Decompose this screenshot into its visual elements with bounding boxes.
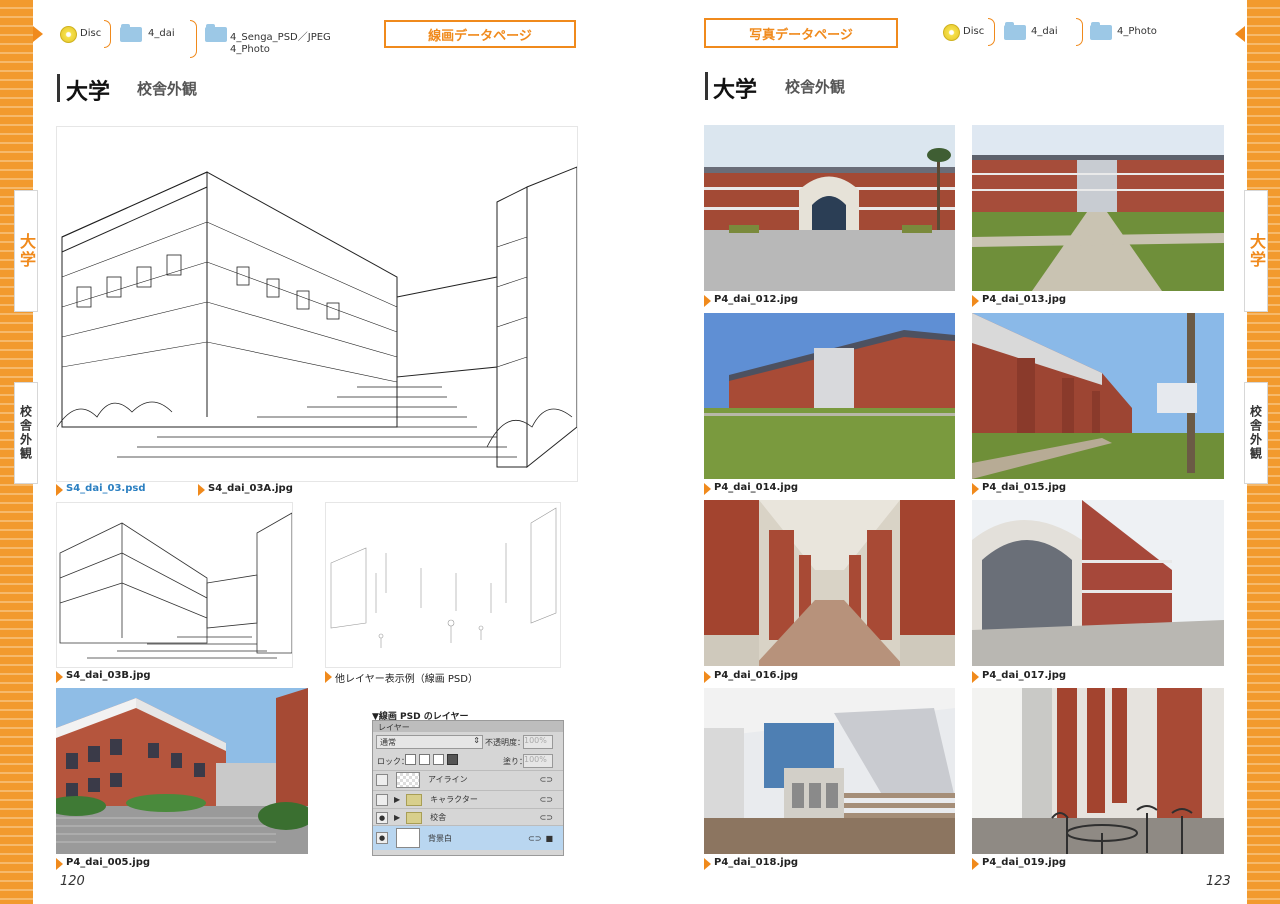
caption-photo-013[interactable]: P4_dai_013.jpg bbox=[972, 294, 1066, 307]
opacity-input[interactable]: 100% bbox=[523, 735, 553, 749]
right-arrow-notch-icon bbox=[1235, 26, 1245, 42]
lock-transparent-icon[interactable] bbox=[405, 754, 416, 765]
heading-bar bbox=[705, 72, 708, 100]
right-edge-tab-exterior[interactable]: 校舎外観 bbox=[1244, 382, 1268, 484]
line-art-b-image[interactable] bbox=[56, 502, 293, 668]
photo-016[interactable] bbox=[704, 500, 955, 666]
layer-row-eyeline[interactable]: アイライン ⊂⊃ bbox=[373, 770, 563, 788]
caption-photo-015[interactable]: P4_dai_015.jpg bbox=[972, 482, 1066, 495]
triangle-right-icon[interactable]: ▶ bbox=[394, 813, 400, 822]
photo-018[interactable] bbox=[704, 688, 955, 854]
link-icon: ⊂⊃ bbox=[539, 775, 553, 784]
lock-all-icon[interactable] bbox=[447, 754, 458, 765]
photo-005[interactable] bbox=[56, 688, 308, 854]
visibility-off-icon[interactable] bbox=[376, 773, 388, 786]
layer-row-building[interactable]: ● ▶ 校舎 ⊂⊃ bbox=[373, 808, 563, 826]
caption-psd[interactable]: S4_dai_03.psd bbox=[56, 483, 145, 496]
layer-example-image[interactable] bbox=[325, 502, 561, 668]
line-art-main-image[interactable] bbox=[56, 126, 578, 482]
caption-photo-019[interactable]: P4_dai_019.jpg bbox=[972, 857, 1066, 870]
left-edge-tab-exterior[interactable]: 校舎外観 bbox=[14, 382, 38, 484]
caption-layer-example: 他レイヤー表示例（線画 PSD） bbox=[325, 670, 478, 685]
caption-photo-012[interactable]: P4_dai_012.jpg bbox=[704, 294, 798, 307]
link-icon: ⊂⊃ bbox=[539, 813, 553, 822]
breadcrumb-photo[interactable]: 4_Photo bbox=[230, 44, 270, 55]
folder-icon bbox=[406, 793, 423, 806]
layer-row-background-white[interactable]: ● 背景白 ⊂⊃ ■ bbox=[373, 825, 563, 850]
caption-photo-018[interactable]: P4_dai_018.jpg bbox=[704, 857, 798, 870]
layers-tab[interactable]: レイヤー bbox=[378, 722, 410, 733]
caption-photo-016[interactable]: P4_dai_016.jpg bbox=[704, 670, 798, 683]
caption-jpg-b[interactable]: S4_dai_03B.jpg bbox=[56, 670, 151, 683]
photo-015[interactable] bbox=[972, 313, 1224, 479]
page-subtitle: 校舎外観 bbox=[137, 80, 198, 98]
right-edge-tab-university[interactable]: 大学 bbox=[1244, 190, 1268, 312]
opacity-label: 不透明度： bbox=[485, 738, 525, 747]
folder-icon bbox=[1004, 22, 1026, 40]
caption-photo-005[interactable]: P4_dai_005.jpg bbox=[56, 857, 150, 870]
caption-photo-017[interactable]: P4_dai_017.jpg bbox=[972, 670, 1066, 683]
breadcrumb-photo[interactable]: 4_Photo bbox=[1117, 26, 1157, 37]
eye-icon[interactable]: ● bbox=[376, 832, 388, 844]
breadcrumb-brace-icon bbox=[190, 20, 197, 58]
lock-icons bbox=[405, 754, 458, 765]
photo-019[interactable] bbox=[972, 688, 1224, 854]
blend-mode-select[interactable]: 通常 ⇕ bbox=[376, 735, 483, 749]
fill-input[interactable]: 100% bbox=[523, 754, 553, 768]
page-title: 大学 bbox=[713, 78, 758, 103]
line-art-data-page-button[interactable]: 線画データページ bbox=[384, 20, 576, 48]
photo-013[interactable] bbox=[972, 125, 1224, 291]
breadcrumb-4-dai[interactable]: 4_dai bbox=[148, 28, 175, 39]
breadcrumb-4-dai[interactable]: 4_dai bbox=[1031, 26, 1058, 37]
breadcrumb-disc[interactable]: Disc bbox=[963, 26, 984, 37]
breadcrumb-brace-icon bbox=[1076, 18, 1083, 46]
heading-bar bbox=[57, 74, 60, 102]
caption-photo-014[interactable]: P4_dai_014.jpg bbox=[704, 482, 798, 495]
folder-icon bbox=[120, 24, 142, 42]
folder-icon bbox=[1090, 22, 1112, 40]
breadcrumb-brace-icon bbox=[988, 18, 995, 46]
breadcrumb-disc[interactable]: Disc bbox=[80, 28, 101, 39]
visibility-off-icon[interactable] bbox=[376, 793, 388, 806]
page-number-left: 120 bbox=[60, 874, 85, 889]
eye-icon[interactable]: ● bbox=[376, 811, 388, 824]
layers-panel-tabbar: レイヤー bbox=[373, 721, 563, 732]
page-number-right: 123 bbox=[1206, 874, 1231, 889]
folder-icon bbox=[406, 811, 423, 824]
breadcrumb-senga[interactable]: 4_Senga_PSD／JPEG bbox=[230, 28, 331, 43]
layers-panel: レイヤー 通常 ⇕ 不透明度： 100% ロック： 塗り： 100% アイライン… bbox=[372, 720, 564, 856]
left-edge-tab-university[interactable]: 大学 bbox=[14, 190, 38, 312]
lock-move-icon[interactable] bbox=[433, 754, 444, 765]
layer-row-character[interactable]: ▶ キャラクター ⊂⊃ bbox=[373, 790, 563, 808]
photo-017[interactable] bbox=[972, 500, 1224, 666]
chevron-down-icon: ⇕ bbox=[473, 736, 480, 745]
layer-thumbnail bbox=[396, 828, 420, 848]
lock-brush-icon[interactable] bbox=[419, 754, 430, 765]
lock-icon: ■ bbox=[545, 833, 553, 843]
breadcrumb-brace-icon bbox=[104, 20, 111, 48]
triangle-right-icon[interactable]: ▶ bbox=[394, 795, 400, 804]
page-subtitle: 校舎外観 bbox=[785, 78, 846, 96]
photo-data-page-button[interactable]: 写真データページ bbox=[704, 18, 898, 48]
disc-icon bbox=[943, 24, 960, 41]
folder-icon bbox=[205, 24, 227, 42]
left-arrow-notch-icon bbox=[33, 26, 43, 42]
photo-012[interactable] bbox=[704, 125, 955, 291]
caption-jpg-a[interactable]: S4_dai_03A.jpg bbox=[198, 483, 293, 496]
layer-thumbnail bbox=[396, 771, 420, 788]
page-title: 大学 bbox=[66, 80, 111, 105]
photo-014[interactable] bbox=[704, 313, 955, 479]
disc-icon bbox=[60, 26, 77, 43]
link-icon: ⊂⊃ bbox=[528, 833, 542, 843]
link-icon: ⊂⊃ bbox=[539, 795, 553, 804]
